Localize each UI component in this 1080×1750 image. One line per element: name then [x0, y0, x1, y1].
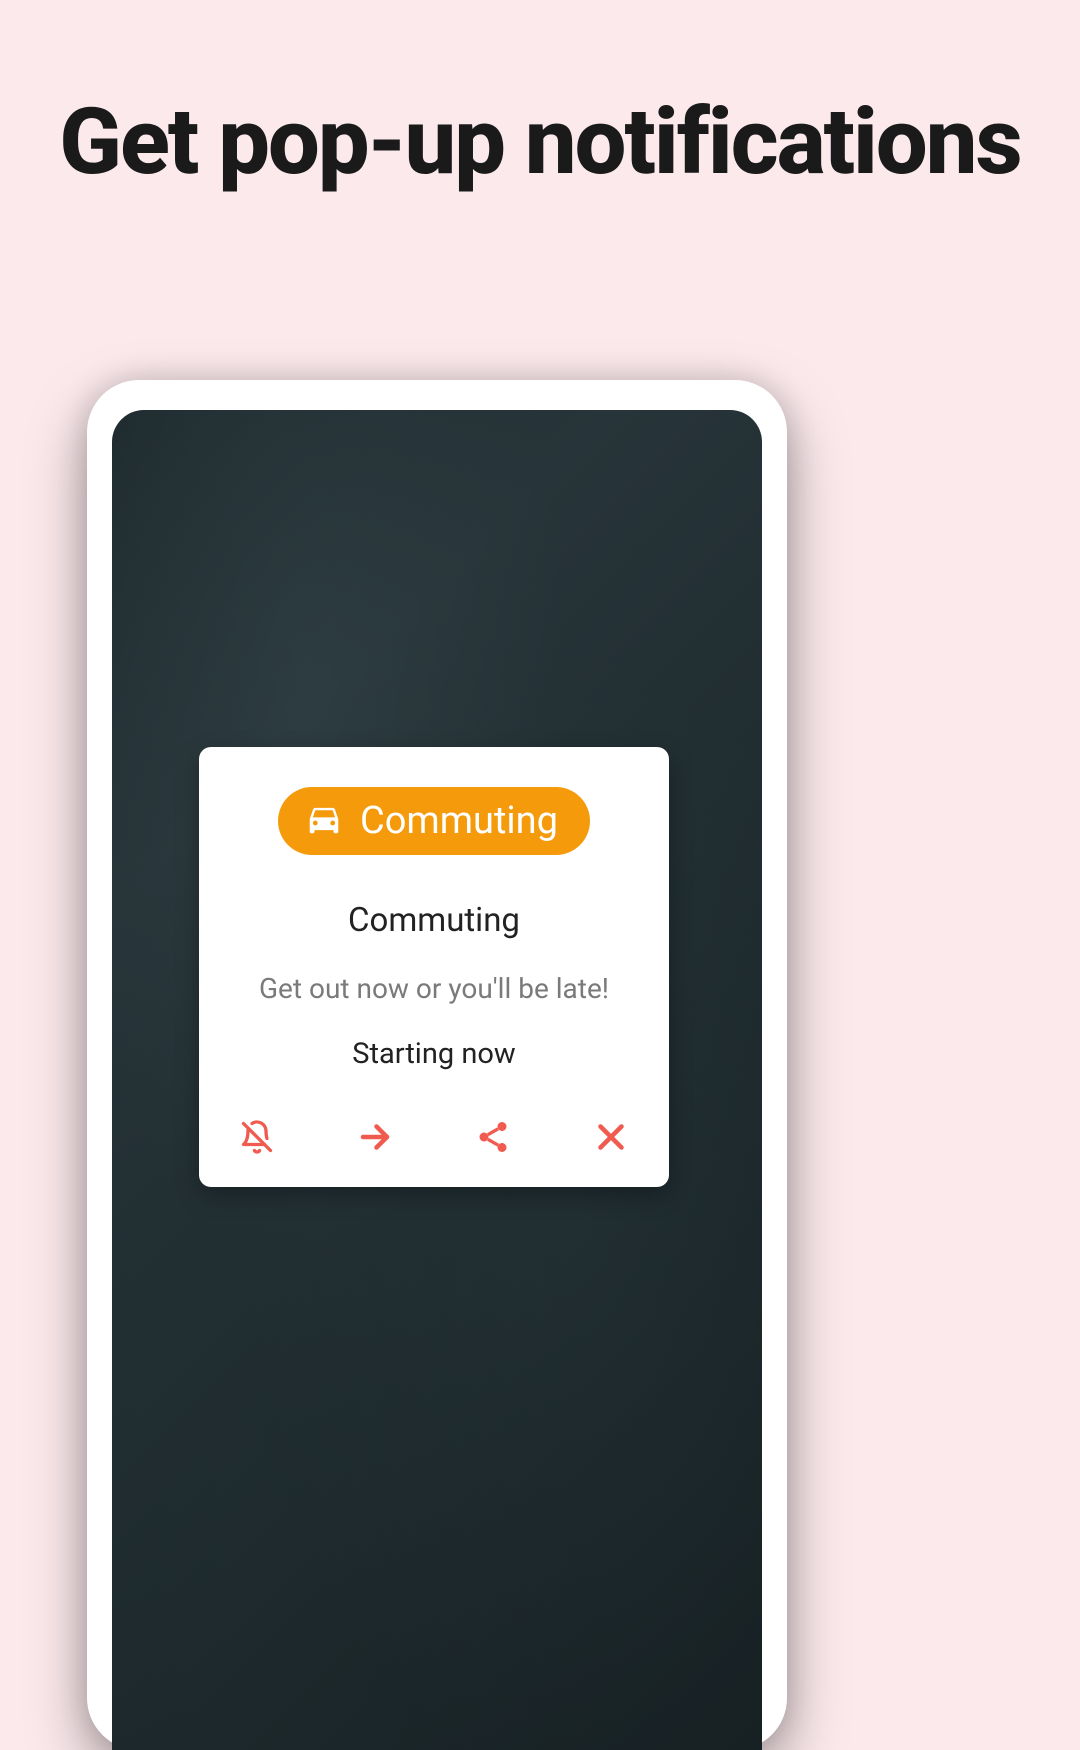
close-icon: [593, 1119, 629, 1159]
notification-status: Starting now: [352, 1037, 515, 1071]
notification-body: Get out now or you'll be late!: [259, 972, 609, 1005]
car-icon: [302, 800, 346, 842]
arrow-right-icon: [357, 1119, 393, 1159]
device-wallpaper: Commuting Commuting Get out now or you'l…: [112, 410, 762, 1750]
bell-off-icon: [239, 1119, 275, 1159]
dismiss-button[interactable]: [591, 1119, 631, 1159]
notification-card[interactable]: Commuting Commuting Get out now or you'l…: [199, 747, 669, 1187]
page-headline: Get pop-up notifications: [0, 0, 1080, 192]
device-frame: Commuting Commuting Get out now or you'l…: [87, 380, 787, 1750]
mute-button[interactable]: [237, 1119, 277, 1159]
notification-title: Commuting: [348, 901, 520, 940]
category-pill[interactable]: Commuting: [278, 787, 590, 855]
pill-label: Commuting: [360, 799, 558, 843]
share-icon: [475, 1119, 511, 1159]
notification-actions: [227, 1119, 641, 1167]
open-button[interactable]: [355, 1119, 395, 1159]
share-button[interactable]: [473, 1119, 513, 1159]
